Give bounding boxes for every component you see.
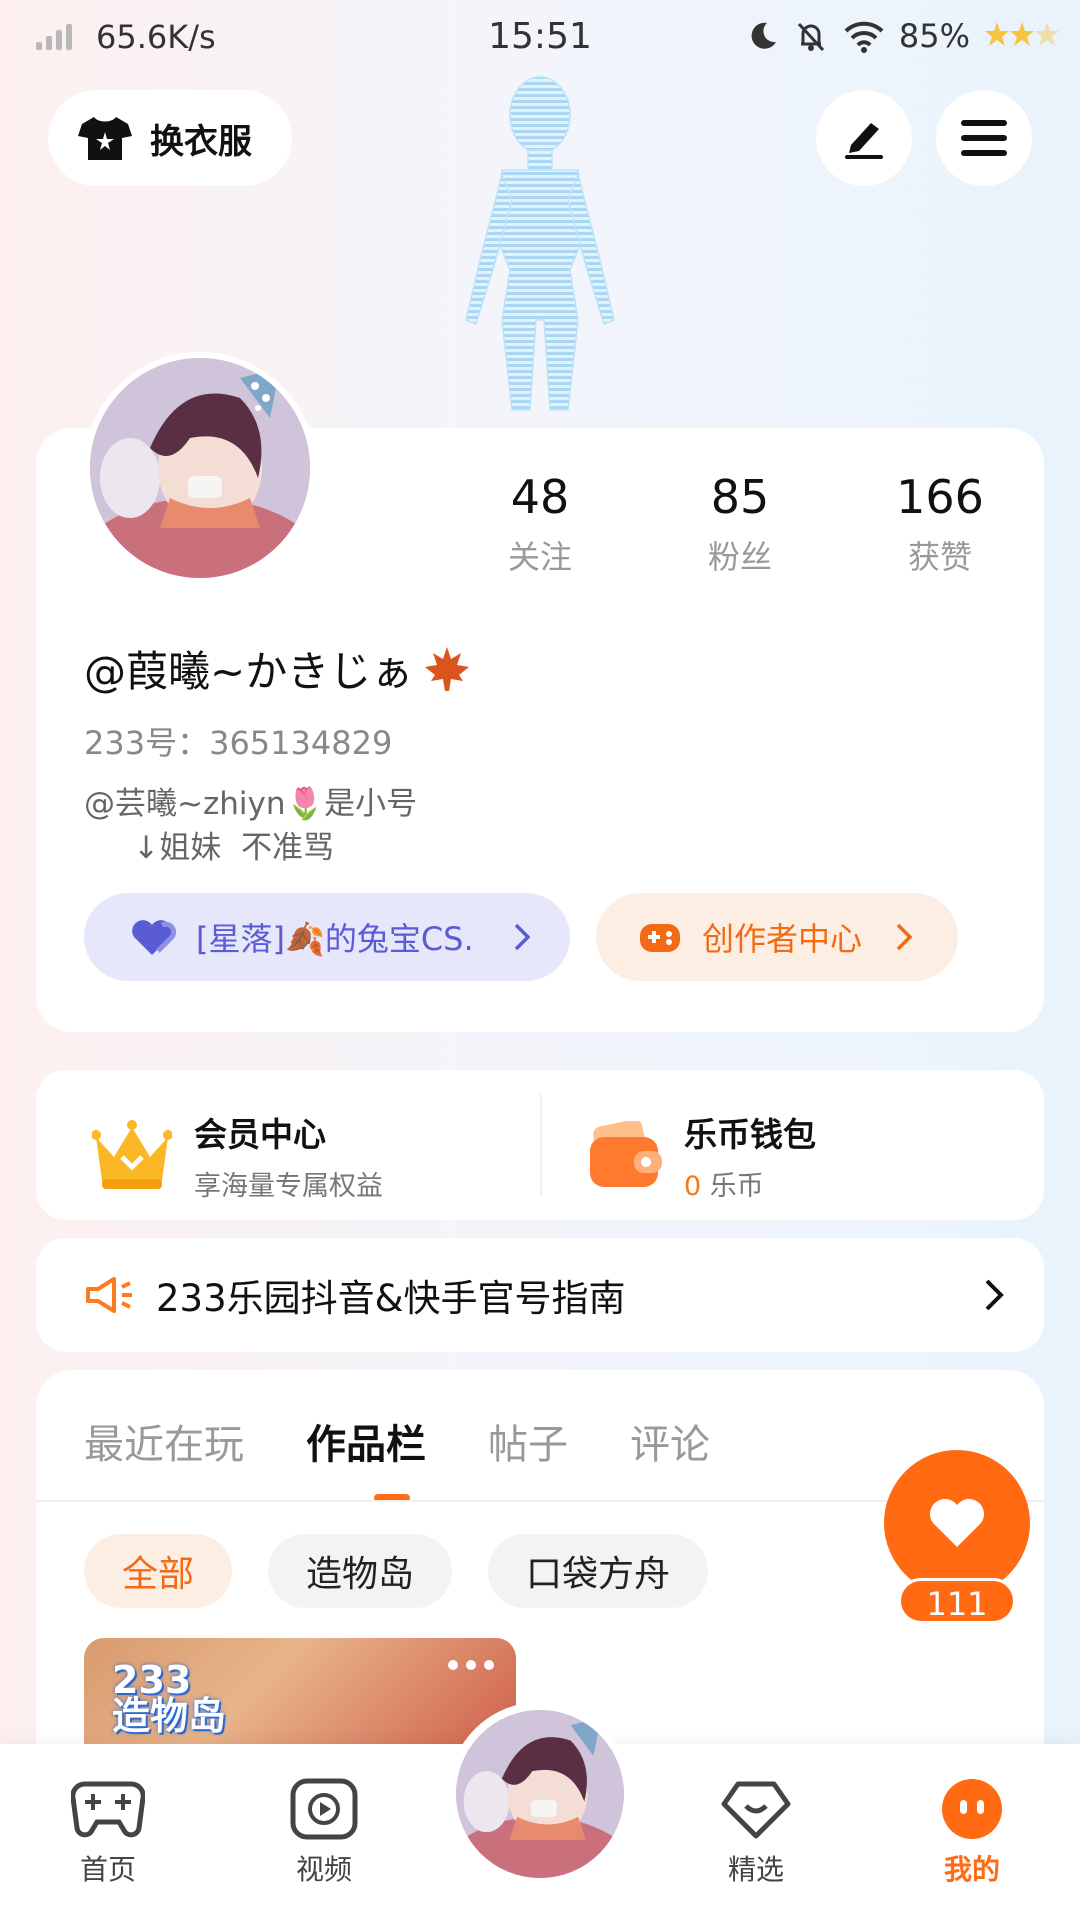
tab-posts[interactable]: 帖子 [488,1412,568,1470]
wallet-title: 乐币钱包 [684,1115,816,1154]
tab-comments[interactable]: 评论 [630,1412,710,1470]
edit-profile-button[interactable] [816,90,912,186]
nav-home-label: 首页 [79,1853,136,1886]
nav-mine-label: 我的 [943,1853,1000,1886]
maple-leaf-icon [425,646,470,691]
fan-group-label: [星落]🍂的兔宝CS. [196,920,474,958]
username: @葭曦~かきじぁ [84,638,471,699]
nav-featured[interactable]: 精选 [696,1778,816,1888]
member-center-title: 会员中心 [194,1115,326,1154]
heart-diamond-icon [721,1781,791,1839]
user-id: 233号：365134829 [84,724,393,762]
gamepad-icon [70,1781,146,1838]
avatar-hologram-figure[interactable] [440,70,650,430]
wallet-balance: 0 乐币 [684,1164,816,1203]
megaphone-icon [86,1277,132,1313]
fans-count: 85 [710,470,770,524]
chevron-right-icon [985,1279,1004,1311]
avatar-image [90,358,310,578]
chip-all[interactable]: 全部 [84,1534,233,1608]
heart-icon [930,1499,984,1547]
chevron-right-icon [514,923,530,951]
nav-featured-label: 精选 [727,1853,784,1886]
smile-face-icon [942,1779,1002,1839]
video-play-icon [290,1778,358,1840]
wallet-amount: 0 [684,1171,702,1202]
more-dots-icon[interactable] [448,1660,494,1670]
chip-creation-island[interactable]: 造物岛 [268,1534,453,1608]
announcement-banner[interactable]: 233乐园抖音&快手官号指南 [36,1238,1044,1352]
following-stat[interactable]: 48 关注 [440,470,640,578]
change-outfit-button[interactable]: 换衣服 [48,90,292,186]
menu-button[interactable] [936,90,1032,186]
crown-icon [92,1119,172,1189]
bio: @芸曦~zhiyn🌷是小号 ↓姐妹 不准骂 [84,786,418,866]
like-floating-button[interactable] [884,1450,1030,1596]
username-text: @葭曦~かきじぁ [84,647,414,696]
creator-center-pill[interactable]: 创作者中心 [596,893,958,981]
stats-row: 48 关注 85 粉丝 166 获赞 [440,470,1040,578]
likes-stat[interactable]: 166 获赞 [840,470,1040,578]
tshirt-icon [78,117,132,160]
fan-group-pill[interactable]: [星落]🍂的兔宝CS. [84,893,570,981]
battery-level: 85% [898,17,970,55]
gamepad-icon [640,924,680,952]
moon-icon [751,22,776,49]
likes-count: 166 [896,470,984,524]
thumbnail-logo-line2: 造物岛 [112,1694,227,1738]
wallet-icon [590,1120,662,1187]
likes-label: 获赞 [907,538,972,576]
fans-label: 粉丝 [707,538,772,576]
tab-recent-play[interactable]: 最近在玩 [84,1412,244,1470]
pen-icon [845,123,883,159]
nav-video[interactable]: 视频 [264,1778,384,1888]
nav-mine[interactable]: 我的 [912,1778,1032,1888]
member-center-subtitle: 享海量专属权益 [194,1171,383,1202]
fans-stat[interactable]: 85 粉丝 [640,470,840,578]
like-count-badge: 111 [898,1578,1016,1624]
avatar-image [456,1710,624,1878]
creator-center-label: 创作者中心 [702,920,863,958]
mute-bell-icon [797,22,824,52]
hamburger-icon [961,120,1007,156]
work-thumbnail[interactable]: 233 造物岛 [84,1638,516,1758]
nav-home[interactable]: 首页 [48,1778,168,1888]
thumbnail-logo-line1: 233 [112,1658,192,1702]
nav-video-label: 视频 [295,1853,352,1886]
profile-avatar[interactable] [84,352,316,584]
announcement-text: 233乐园抖音&快手官号指南 [156,1277,626,1320]
tab-works[interactable]: 作品栏 [306,1412,426,1470]
wallet-entry[interactable]: 乐币钱包 0 乐币 [588,1108,816,1203]
chip-pocket-ark[interactable]: 口袋方舟 [488,1534,709,1608]
battery-stars-icon [985,22,1059,46]
tab-bar: 最近在玩 作品栏 帖子 评论 [84,1412,710,1470]
heart-icon [132,920,176,955]
following-count: 48 [510,470,570,524]
member-center-entry[interactable]: 会员中心 享海量专属权益 [92,1108,383,1203]
nav-center-avatar[interactable] [448,1702,632,1886]
chevron-right-icon [896,923,913,951]
divider [540,1094,542,1196]
thumbnail-logo: 233 造物岛 [112,1658,227,1738]
member-wallet-row: 会员中心 享海量专属权益 乐币钱包 0 乐币 [36,1070,1044,1220]
status-bar: 65.6K/s 15:51 85% [0,0,1080,80]
wallet-unit: 乐币 [709,1171,764,1202]
wifi-icon [844,21,884,53]
change-outfit-label: 换衣服 [150,121,252,162]
filter-chips: 全部 造物岛 口袋方舟 [84,1534,709,1608]
following-label: 关注 [507,538,572,576]
